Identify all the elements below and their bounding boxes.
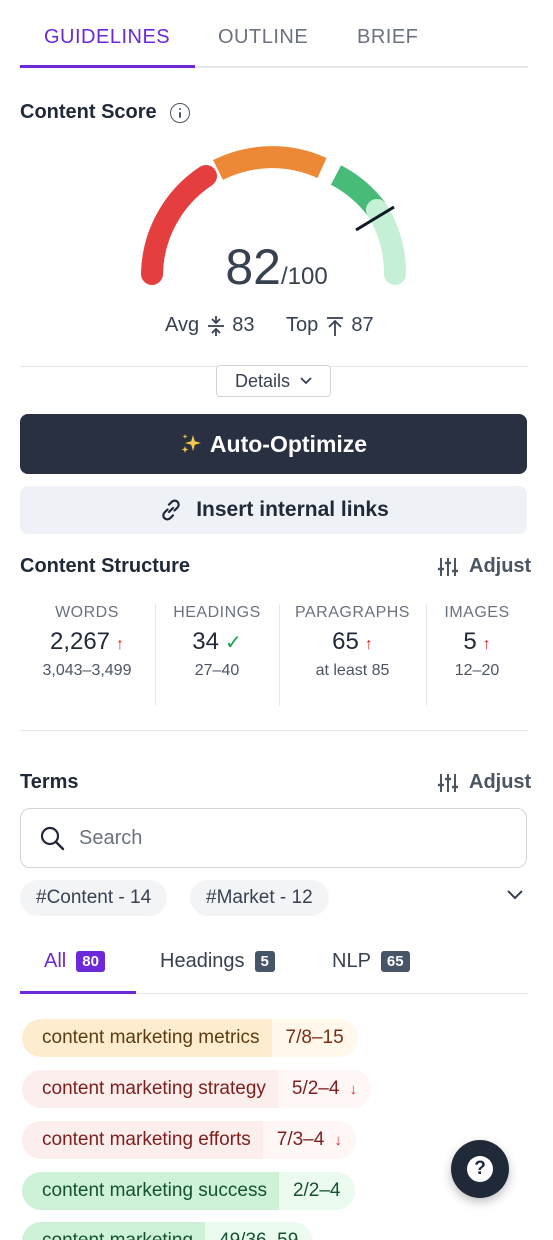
chevron-down-icon [300, 377, 312, 385]
check-icon: ✓ [224, 632, 242, 654]
arrow-up-icon: ↑ [482, 636, 491, 653]
search-placeholder: Search [79, 826, 143, 849]
arrow-up-icon: ↑ [364, 636, 373, 653]
stat-label: IMAGES [444, 604, 510, 621]
term-item[interactable]: content marketing success 2/2–4 [22, 1172, 355, 1210]
avg-label: Avg [165, 314, 200, 336]
active-tab-indicator [20, 991, 136, 994]
divider [20, 730, 528, 731]
stat-paragraphs: PARAGRAPHS 65 ↑ at least 85 [280, 604, 425, 680]
count-badge: 5 [254, 951, 275, 972]
arrow-to-top-icon [326, 316, 343, 336]
question-icon: ? [467, 1156, 493, 1182]
arrow-down-icon: ↓ [349, 1080, 357, 1098]
stat-range: at least 85 [315, 662, 390, 679]
count-badge: 80 [76, 951, 105, 972]
tab-nlp[interactable]: NLP 65 [332, 950, 410, 973]
arrow-down-icon: ↓ [334, 1131, 342, 1149]
insert-links-label: Insert internal links [196, 498, 389, 521]
stat-value: 65 ↑ [332, 628, 373, 655]
top-label: Top [286, 314, 319, 336]
filter-chip-content[interactable]: #Content - 14 [20, 880, 168, 916]
gauge-segment-mid [213, 146, 327, 180]
terms-tabs: All 80 Headings 5 NLP 65 [20, 936, 528, 994]
sliders-icon [438, 773, 458, 792]
stat-headings: HEADINGS 34 ✓ 27–40 [156, 604, 278, 680]
stat-label: PARAGRAPHS [295, 604, 410, 621]
tab-guidelines[interactable]: GUIDELINES [44, 26, 170, 49]
stat-value: 34 ✓ [192, 628, 242, 655]
terms-adjust-button[interactable]: Adjust [437, 771, 531, 794]
tab-all[interactable]: All 80 [44, 950, 105, 973]
insert-internal-links-button[interactable]: Insert internal links [20, 486, 527, 534]
score-display: 82/100 [0, 238, 553, 296]
active-tab-indicator [20, 65, 195, 68]
top-score: Top 87 [286, 314, 374, 337]
count-badge: 65 [380, 951, 410, 972]
stat-label: WORDS [55, 604, 119, 621]
adjust-label: Adjust [469, 771, 532, 793]
auto-optimize-button[interactable]: Auto-Optimize [20, 414, 527, 474]
help-button[interactable]: ? [451, 1140, 509, 1198]
top-tabs: GUIDELINES OUTLINE BRIEF [20, 0, 528, 68]
stat-words: WORDS 2,267 ↑ 3,043–3,499 [20, 604, 154, 680]
stat-range: 27–40 [194, 662, 240, 679]
search-input[interactable]: Search [20, 808, 527, 868]
content-structure-adjust-button[interactable]: Adjust [437, 555, 531, 578]
sliders-icon [438, 557, 458, 576]
avg-value: 83 [232, 314, 255, 336]
content-structure-title: Content Structure [20, 555, 190, 577]
filter-chip-market[interactable]: #Market - 12 [190, 880, 329, 916]
link-icon [162, 499, 180, 521]
info-icon[interactable] [170, 103, 190, 123]
auto-optimize-label: Auto-Optimize [209, 430, 368, 457]
stat-value: 5 ↑ [463, 628, 491, 655]
top-value: 87 [351, 314, 374, 336]
stat-label: HEADINGS [173, 604, 261, 621]
term-item[interactable]: content marketing metrics 7/8–15 [22, 1019, 358, 1057]
stat-images: IMAGES 5 ↑ 12–20 [427, 604, 527, 680]
tab-outline[interactable]: OUTLINE [218, 26, 308, 49]
score-value: 82 [225, 239, 281, 295]
stat-range: 12–20 [454, 662, 500, 679]
adjust-label: Adjust [469, 555, 532, 577]
tab-headings[interactable]: Headings 5 [160, 950, 275, 973]
stat-range: 3,043–3,499 [42, 662, 132, 679]
content-score-title: Content Score [20, 101, 157, 123]
terms-title: Terms [20, 771, 79, 793]
search-icon [40, 826, 65, 851]
details-label: Details [234, 370, 291, 391]
term-item[interactable]: content marketing 49/36–59 [22, 1222, 313, 1240]
tab-brief[interactable]: BRIEF [357, 26, 418, 49]
details-button[interactable]: Details [216, 365, 331, 397]
chevron-down-icon[interactable] [506, 889, 524, 901]
compress-icon [207, 315, 224, 336]
avg-score: Avg 83 [165, 314, 254, 337]
term-item[interactable]: content marketing strategy 5/2–4 ↓ [22, 1070, 371, 1108]
term-item[interactable]: content marketing efforts 7/3–4 ↓ [22, 1121, 356, 1159]
stat-value: 2,267 ↑ [49, 628, 125, 655]
sparkles-icon [181, 434, 201, 453]
arrow-up-icon: ↑ [116, 636, 125, 653]
score-max: /100 [280, 263, 328, 290]
